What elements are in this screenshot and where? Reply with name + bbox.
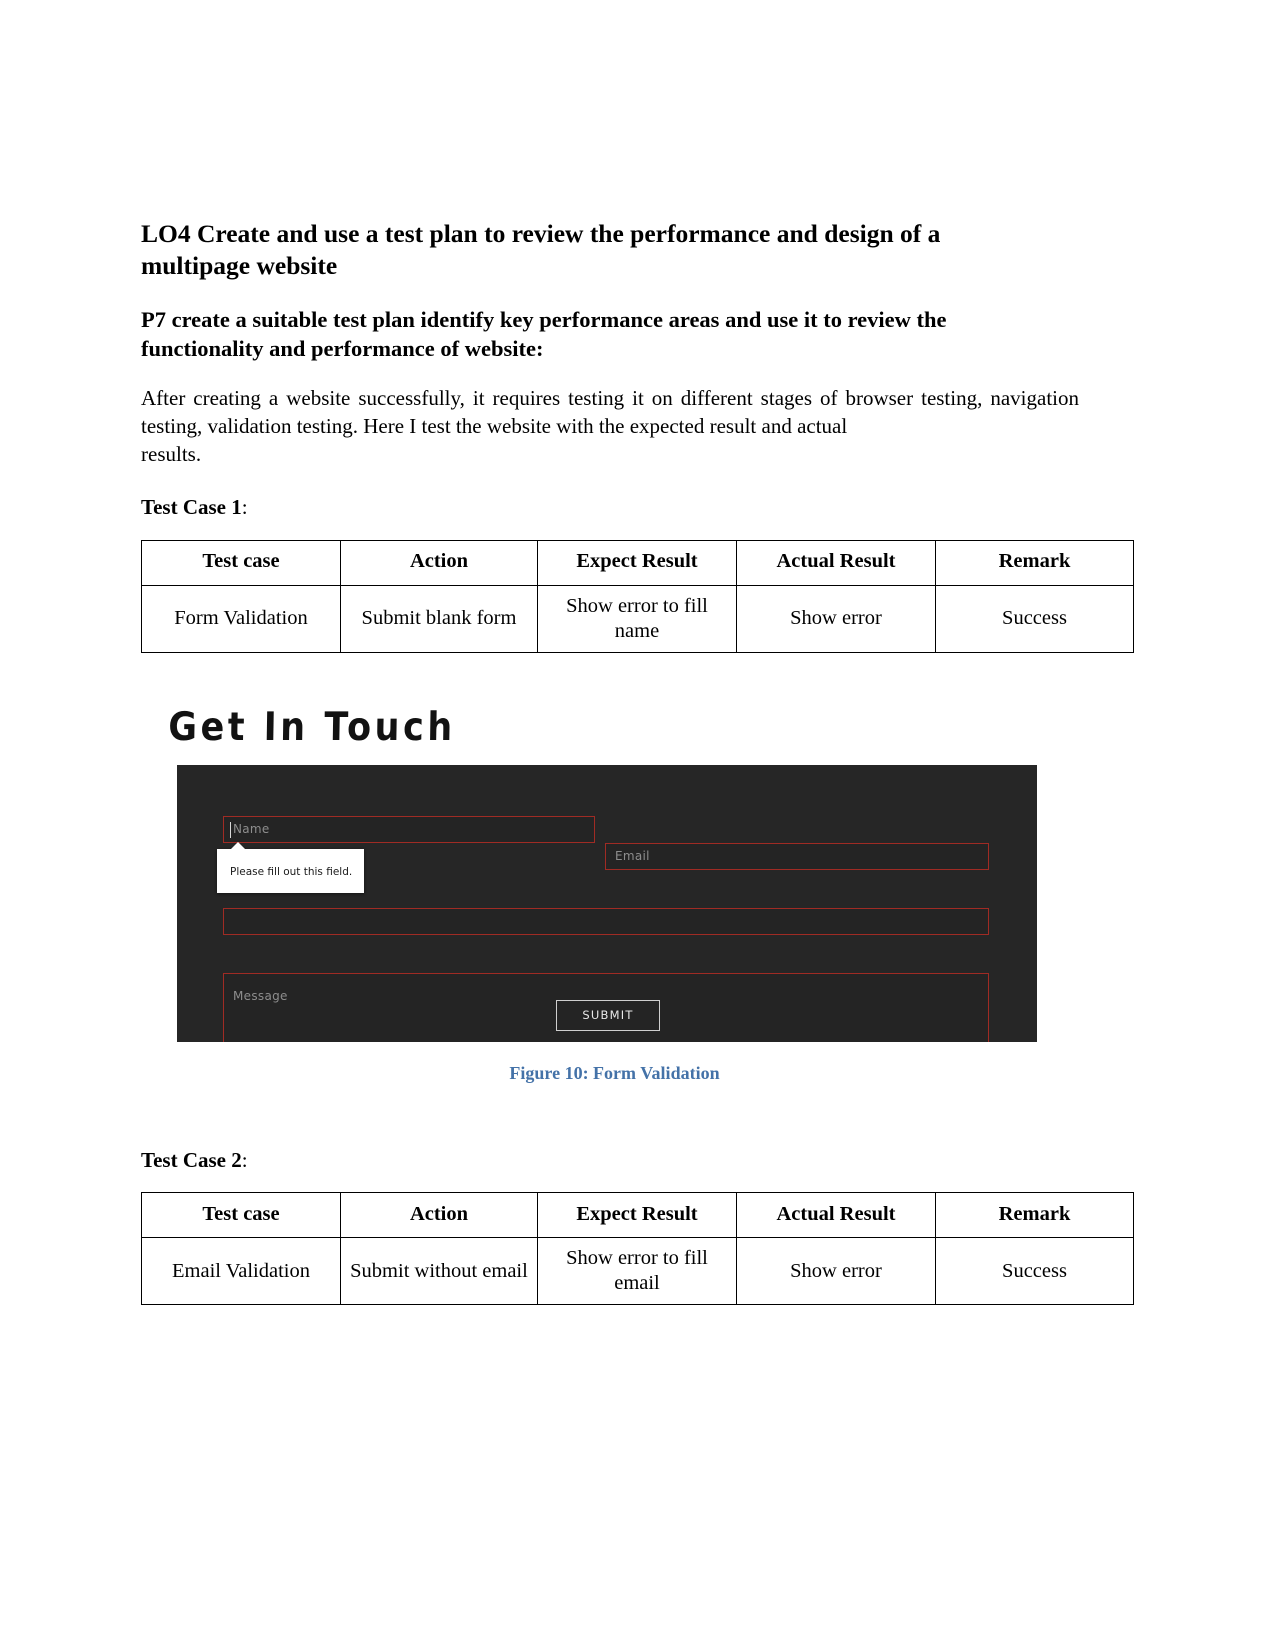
header-action: Action	[340, 1192, 538, 1239]
p7-heading-line-2: functionality and performance of website…	[141, 336, 544, 362]
header-actual-result: Actual Result	[736, 1192, 936, 1239]
cell-remark: Success	[935, 584, 1134, 653]
cell-actual-result: Show error	[736, 1237, 936, 1306]
validation-tooltip: Please fill out this field.	[217, 841, 365, 894]
header-test-case: Test case	[141, 1192, 341, 1239]
test-case-1-label-suffix: :	[241, 495, 248, 520]
cell-test-case: Form Validation	[141, 584, 341, 653]
section-heading-p7: P7 create a suitable test plan identify …	[141, 305, 1079, 364]
lo-heading-line-1: LO4 Create and use a test plan to review…	[141, 219, 941, 248]
email-field-placeholder: Email	[615, 849, 650, 864]
table-header-row: Test case Action Expect Result Actual Re…	[141, 539, 1134, 586]
intro-paragraph-text: After creating a website successfully, i…	[141, 385, 1079, 438]
cell-test-case: Email Validation	[141, 1237, 341, 1306]
table-header-row: Test case Action Expect Result Actual Re…	[141, 1192, 1134, 1239]
intro-paragraph: After creating a website successfully, i…	[141, 385, 1079, 469]
header-expect-result: Expect Result	[537, 539, 737, 586]
contact-form-screenshot: Name Email Message Please fill out this …	[177, 764, 1037, 1042]
figure-10-block: Get In Touch Name Email Message Please f…	[141, 705, 1088, 1084]
test-case-2-label: Test Case 2:	[141, 1147, 1079, 1174]
test-case-1-label: Test Case 1:	[141, 494, 1079, 521]
intro-paragraph-lastline: results.	[141, 441, 202, 466]
p7-heading-line-1: P7 create a suitable test plan identify …	[141, 307, 947, 333]
text-caret	[230, 821, 231, 838]
document-page: LO4 Create and use a test plan to review…	[0, 0, 1275, 1651]
header-remark: Remark	[935, 539, 1134, 586]
table-row: Email Validation Submit without email Sh…	[141, 1237, 1134, 1306]
subject-field[interactable]	[223, 907, 989, 935]
validation-tooltip-text: Please fill out this field.	[230, 865, 353, 878]
test-case-2-label-suffix: :	[241, 1147, 248, 1172]
submit-button[interactable]: SUBMIT	[556, 999, 660, 1031]
header-actual-result: Actual Result	[736, 539, 936, 586]
test-case-1-label-bold: Test Case 1	[141, 495, 242, 520]
cell-action: Submit without email	[340, 1237, 538, 1306]
test-case-2-label-bold: Test Case 2	[141, 1147, 242, 1172]
cell-action: Submit blank form	[340, 584, 538, 653]
cell-remark: Success	[935, 1237, 1134, 1306]
header-action: Action	[340, 539, 538, 586]
header-remark: Remark	[935, 1192, 1134, 1239]
table-row: Form Validation Submit blank form Show e…	[141, 584, 1134, 653]
tooltip-arrow-icon	[230, 841, 246, 850]
header-test-case: Test case	[141, 539, 341, 586]
header-expect-result: Expect Result	[537, 1192, 737, 1239]
name-field-placeholder: Name	[233, 822, 270, 837]
figure-caption: Figure 10: Form Validation	[509, 1062, 720, 1083]
get-in-touch-heading: Get In Touch	[167, 705, 457, 751]
name-field[interactable]: Name	[223, 815, 595, 843]
email-field[interactable]: Email	[605, 842, 989, 870]
lo-heading-line-2: multipage website	[141, 250, 338, 280]
test-case-2-table: Test case Action Expect Result Actual Re…	[141, 1192, 1134, 1306]
page-title: LO4 Create and use a test plan to review…	[141, 218, 1079, 281]
cell-expect-result: Show error to fill email	[537, 1237, 737, 1306]
test-case-1-table: Test case Action Expect Result Actual Re…	[141, 539, 1134, 653]
cell-actual-result: Show error	[736, 584, 936, 653]
cell-expect-result: Show error to fill name	[537, 584, 737, 653]
message-field-placeholder: Message	[233, 988, 288, 1003]
